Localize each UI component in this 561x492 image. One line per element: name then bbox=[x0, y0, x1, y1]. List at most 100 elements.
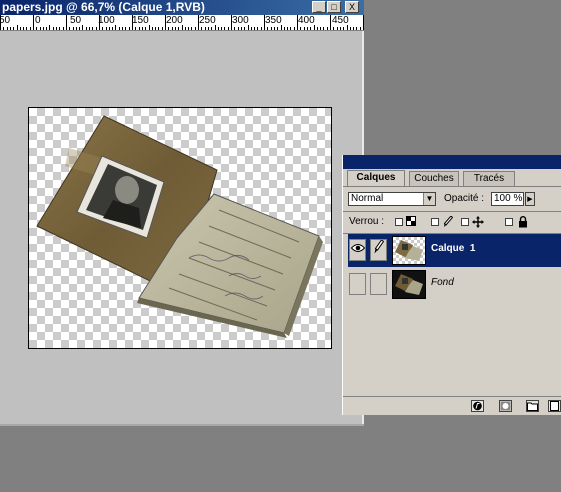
eye-icon[interactable] bbox=[349, 239, 366, 261]
ruler-tick bbox=[211, 27, 212, 30]
opacity-input[interactable]: 100 % bbox=[491, 192, 524, 206]
palette-title-bar[interactable] bbox=[343, 155, 561, 169]
ruler-tick bbox=[36, 27, 37, 30]
ruler-tick bbox=[330, 15, 331, 30]
ruler-tick bbox=[92, 27, 93, 30]
ruler-tick bbox=[102, 27, 103, 30]
ruler-label: 150 bbox=[132, 15, 149, 26]
opacity-label: Opacité : bbox=[444, 193, 485, 204]
lock-label: Verrou : bbox=[349, 216, 385, 227]
ruler-tick bbox=[271, 27, 272, 30]
ruler-tick bbox=[142, 27, 143, 30]
ruler-tick bbox=[165, 15, 166, 30]
new-layer-icon[interactable] bbox=[548, 400, 561, 412]
blend-opacity-row: Normal ▼ Opacité : 100 % ▶ bbox=[343, 190, 561, 208]
ruler-tick bbox=[274, 27, 275, 30]
lock-all-checkbox[interactable] bbox=[505, 218, 513, 226]
document-canvas[interactable] bbox=[28, 107, 332, 349]
passport-photo-image bbox=[36, 115, 323, 338]
blend-mode-select[interactable]: Normal ▼ bbox=[348, 192, 436, 206]
ruler-label: 400 bbox=[298, 15, 315, 26]
tab-paths[interactable]: Tracés bbox=[463, 171, 515, 186]
ruler-tick bbox=[119, 27, 120, 30]
ruler-tick bbox=[115, 25, 116, 30]
ruler-tick bbox=[198, 15, 199, 30]
layer-thumbnail bbox=[392, 270, 426, 299]
blend-mode-value: Normal bbox=[351, 193, 384, 204]
layer-row-fond[interactable]: Fond bbox=[348, 268, 561, 301]
ruler-tick bbox=[158, 27, 159, 30]
ruler-tick bbox=[76, 27, 77, 30]
ruler-tick bbox=[155, 27, 156, 30]
ruler-tick bbox=[122, 27, 123, 30]
ruler-tick bbox=[63, 27, 64, 30]
opacity-slider-button[interactable]: ▶ bbox=[525, 192, 535, 206]
close-button[interactable]: X bbox=[345, 1, 359, 13]
mask-icon[interactable] bbox=[499, 400, 512, 412]
ruler-label: 100 bbox=[98, 15, 115, 26]
document-title-bar[interactable]: papers.jpg @ 66,7% (Calque 1,RVB) _ □ X bbox=[0, 0, 364, 15]
ruler-tick bbox=[208, 27, 209, 30]
tab-channels[interactable]: Couches bbox=[409, 171, 459, 186]
ruler-tick bbox=[320, 27, 321, 30]
lock-position-checkbox[interactable] bbox=[461, 218, 469, 226]
ruler-tick bbox=[33, 15, 34, 30]
ruler-tick bbox=[350, 27, 351, 30]
layer-row-calque-1[interactable]: Calque 1 bbox=[348, 234, 561, 267]
ruler-tick bbox=[224, 27, 225, 30]
ruler-tick bbox=[175, 27, 176, 30]
tab-layers[interactable]: Calques bbox=[347, 170, 405, 186]
palette-bottom-bar bbox=[343, 396, 561, 415]
visibility-toggle[interactable] bbox=[349, 273, 366, 295]
document-title: papers.jpg @ 66,7% (Calque 1,RVB) bbox=[2, 0, 205, 14]
ruler-tick bbox=[149, 25, 150, 30]
ruler-label: 250 bbox=[199, 15, 216, 26]
ruler-tick bbox=[205, 27, 206, 30]
ruler-tick bbox=[244, 27, 245, 30]
ruler-tick bbox=[66, 15, 67, 30]
ruler-tick bbox=[337, 27, 338, 30]
layer-style-icon[interactable] bbox=[471, 400, 484, 412]
document-window: papers.jpg @ 66,7% (Calque 1,RVB) _ □ X … bbox=[0, 0, 364, 426]
brush-icon bbox=[443, 215, 454, 228]
brush-icon[interactable] bbox=[370, 239, 387, 261]
ruler-tick bbox=[30, 27, 31, 30]
ruler-tick bbox=[69, 27, 70, 30]
minimize-button[interactable]: _ bbox=[312, 1, 326, 13]
ruler-tick bbox=[162, 27, 163, 30]
chevron-down-icon: ▼ bbox=[423, 193, 435, 205]
ruler-tick bbox=[106, 27, 107, 30]
ruler-tick bbox=[300, 27, 301, 30]
lock-icon bbox=[518, 216, 528, 228]
maximize-button[interactable]: □ bbox=[327, 1, 341, 13]
new-set-icon[interactable] bbox=[526, 400, 539, 412]
ruler-tick bbox=[188, 27, 189, 30]
horizontal-ruler: 50 0 50 100 150 200 250 300 350 400 450 bbox=[0, 15, 364, 31]
ruler-tick bbox=[353, 27, 354, 30]
lock-transparency-checkbox[interactable] bbox=[395, 218, 403, 226]
ruler-tick bbox=[13, 27, 14, 30]
ruler-tick bbox=[277, 27, 278, 30]
ruler-tick bbox=[241, 27, 242, 30]
ruler-label: 300 bbox=[232, 15, 249, 26]
ruler-label: 350 bbox=[265, 15, 282, 26]
ruler-tick bbox=[26, 27, 27, 30]
link-toggle[interactable] bbox=[370, 273, 387, 295]
ruler-tick bbox=[248, 25, 249, 30]
layer-name: Fond bbox=[431, 277, 454, 288]
ruler-tick bbox=[49, 25, 50, 30]
ruler-tick bbox=[168, 27, 169, 30]
lock-image-checkbox[interactable] bbox=[431, 218, 439, 226]
ruler-tick bbox=[304, 27, 305, 30]
ruler-tick bbox=[327, 27, 328, 30]
ruler-tick bbox=[261, 27, 262, 30]
ruler-tick bbox=[125, 27, 126, 30]
ruler-tick bbox=[195, 27, 196, 30]
ruler-tick bbox=[356, 27, 357, 30]
move-icon bbox=[472, 216, 484, 228]
ruler-tick bbox=[290, 27, 291, 30]
lock-row: Verrou : bbox=[343, 213, 561, 231]
tab-divider bbox=[343, 186, 561, 187]
ruler-tick bbox=[201, 27, 202, 30]
ruler-tick bbox=[40, 27, 41, 30]
